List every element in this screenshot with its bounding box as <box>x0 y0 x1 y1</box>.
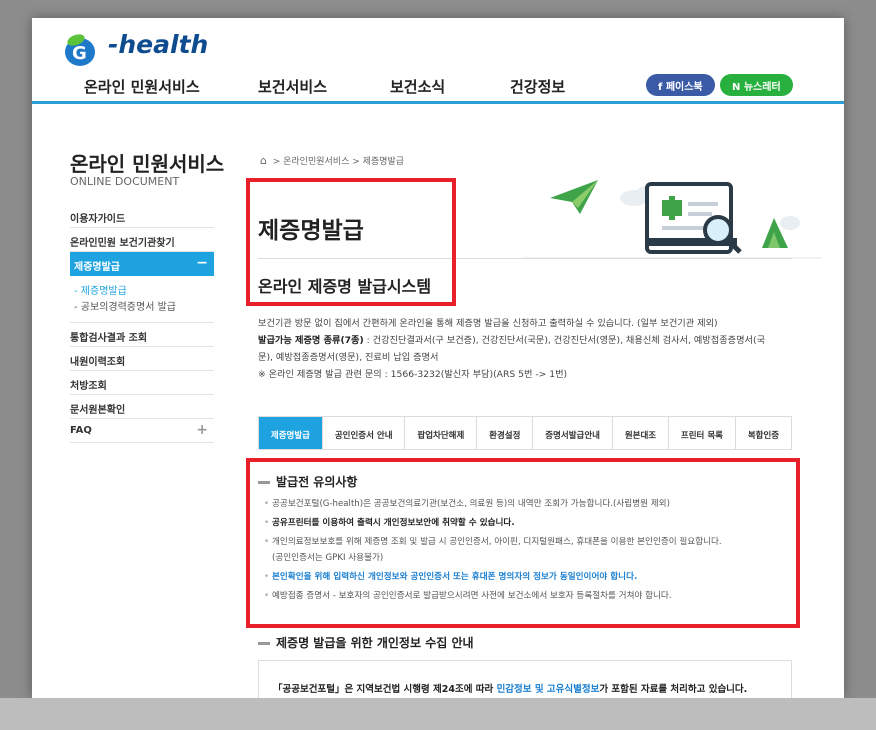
tab-cert-guide[interactable]: 공인인증서 안내 <box>323 417 406 449</box>
sidebar-subtitle: ONLINE DOCUMENT <box>70 175 180 188</box>
sidebar-item-label: 내원이력조회 <box>70 357 126 368</box>
privacy-info-box: 「공공보건포털」은 지역보건법 시행령 제24조에 따라 민감정보 및 고유식별… <box>258 660 792 698</box>
site-header: G -health 온라인 민원서비스 보건서비스 보건소식 건강정보 f 페이… <box>32 18 844 104</box>
desc-line-3: 문), 예방접종증명서(영문), 진료비 납입 증명서 <box>258 352 439 363</box>
sidebar-item-label: 통합검사결과 조회 <box>70 333 148 344</box>
expand-icon[interactable]: + <box>196 422 208 438</box>
highlight-box-notice <box>246 458 800 628</box>
sidebar-item-label: 이용자가이드 <box>70 214 126 225</box>
sidebar-title: 온라인 민원서비스 <box>70 152 225 176</box>
tab-issue-guide[interactable]: 증명서발급안내 <box>533 417 613 449</box>
nav-health-info[interactable]: 건강정보 <box>510 76 565 97</box>
subitem-label: 공보의경력증명서 발급 <box>80 302 176 313</box>
sidebar-item-certificate[interactable]: 제증명발급 − <box>70 252 214 276</box>
tab-certificate[interactable]: 제증명발급 <box>259 417 323 449</box>
sidebar-item-label: 제증명발급 <box>74 262 120 273</box>
g-health-logo[interactable]: G -health <box>62 30 232 70</box>
section-dash-icon <box>258 642 270 645</box>
sidebar-subitem-career-cert[interactable]: - 공보의경력증명서 발급 <box>70 300 214 316</box>
background-band <box>0 698 876 730</box>
privacy-text-a: 「공공보건포털」은 지역보건법 시행령 제24조에 따라 <box>273 684 497 695</box>
privacy-link[interactable]: 민감정보 및 고유식별정보 <box>497 684 600 695</box>
privacy-text-b: 가 포함된 자료를 처리하고 있습니다. <box>599 684 748 695</box>
service-description: 보건기관 방문 없이 집에서 간편하게 온라인을 통해 제증명 발급을 신청하고… <box>258 315 818 383</box>
desc-line-4: ※ 온라인 제증명 발급 관련 문의 : 1566-3232(발신자 부담)(A… <box>258 369 568 380</box>
sidebar-item-user-guide[interactable]: 이용자가이드 <box>70 204 214 228</box>
subitem-label: 제증명발급 <box>80 286 127 297</box>
tab-printer-list[interactable]: 프린터 목록 <box>669 417 736 449</box>
sidebar-item-prescription[interactable]: 처방조회 <box>70 371 214 395</box>
sidebar-item-label: FAQ <box>70 425 92 436</box>
nav-health-service[interactable]: 보건서비스 <box>258 76 327 97</box>
tab-original-compare[interactable]: 원본대조 <box>613 417 670 449</box>
desc-line-2: 발급가능 제증명 종류(7종) : 건강진단결과서(구 보건증), 건강진단서(… <box>258 332 818 349</box>
highlight-box-title <box>246 178 456 306</box>
sidebar-item-label: 처방조회 <box>70 381 107 392</box>
sidebar-subitem-certificate[interactable]: - 제증명발급 <box>70 284 214 300</box>
collapse-icon[interactable]: − <box>196 255 208 271</box>
browser-page: G -health 온라인 민원서비스 보건서비스 보건소식 건강정보 f 페이… <box>32 18 844 698</box>
svg-text:G: G <box>72 43 87 64</box>
sidebar-item-label: 온라인민원 보건기관찾기 <box>70 238 175 249</box>
facebook-button[interactable]: f 페이스북 <box>646 74 715 96</box>
sidebar-item-find-facility[interactable]: 온라인민원 보건기관찾기 <box>70 228 214 252</box>
tab-multi-auth[interactable]: 복합인증 <box>736 417 791 449</box>
privacy-heading: 제증명 발급을 위한 개인정보 수집 안내 <box>258 634 474 651</box>
certificate-tabs: 제증명발급 공인인증서 안내 팝업차단해제 환경설정 증명서발급안내 원본대조 … <box>258 416 792 450</box>
newsletter-button[interactable]: N 뉴스레터 <box>720 74 793 96</box>
g-logo-icon: G <box>65 34 95 66</box>
breadcrumb-path[interactable]: 온라인민원서비스 > 제증명발급 <box>283 157 404 167</box>
sidebar-item-doc-verify[interactable]: 문서원본확인 <box>70 395 214 419</box>
nav-health-news[interactable]: 보건소식 <box>390 76 445 97</box>
home-icon[interactable]: ⌂ <box>260 154 267 167</box>
certificate-illustration <box>522 180 822 259</box>
sidebar-item-label: 문서원본확인 <box>70 405 126 416</box>
nav-online-service[interactable]: 온라인 민원서비스 <box>84 76 200 97</box>
desc-line-2-rest: : 건강진단결과서(구 보건증), 건강진단서(국문), 건강진단서(영문), … <box>363 335 766 346</box>
sidebar-item-test-results[interactable]: 통합검사결과 조회 <box>70 323 214 347</box>
desc-line-1: 보건기관 방문 없이 집에서 간편하게 온라인을 통해 제증명 발급을 신청하고… <box>258 318 718 329</box>
breadcrumb: ⌂ > 온라인민원서비스 > 제증명발급 <box>260 154 405 167</box>
desc-line-2-bold: 발급가능 제증명 종류(7종) <box>258 335 364 346</box>
sidebar-menu: 이용자가이드 온라인민원 보건기관찾기 제증명발급 − - 제증명발급 - 공보의… <box>70 204 214 443</box>
sidebar-item-visit-history[interactable]: 내원이력조회 <box>70 347 214 371</box>
tab-popup-unblock[interactable]: 팝업차단해제 <box>405 417 478 449</box>
logo-text: -health <box>108 30 209 59</box>
sidebar-item-faq[interactable]: FAQ + <box>70 419 214 443</box>
sidebar-submenu: - 제증명발급 - 공보의경력증명서 발급 <box>70 276 214 323</box>
tab-settings[interactable]: 환경설정 <box>477 417 534 449</box>
privacy-heading-text: 제증명 발급을 위한 개인정보 수집 안내 <box>276 636 474 650</box>
